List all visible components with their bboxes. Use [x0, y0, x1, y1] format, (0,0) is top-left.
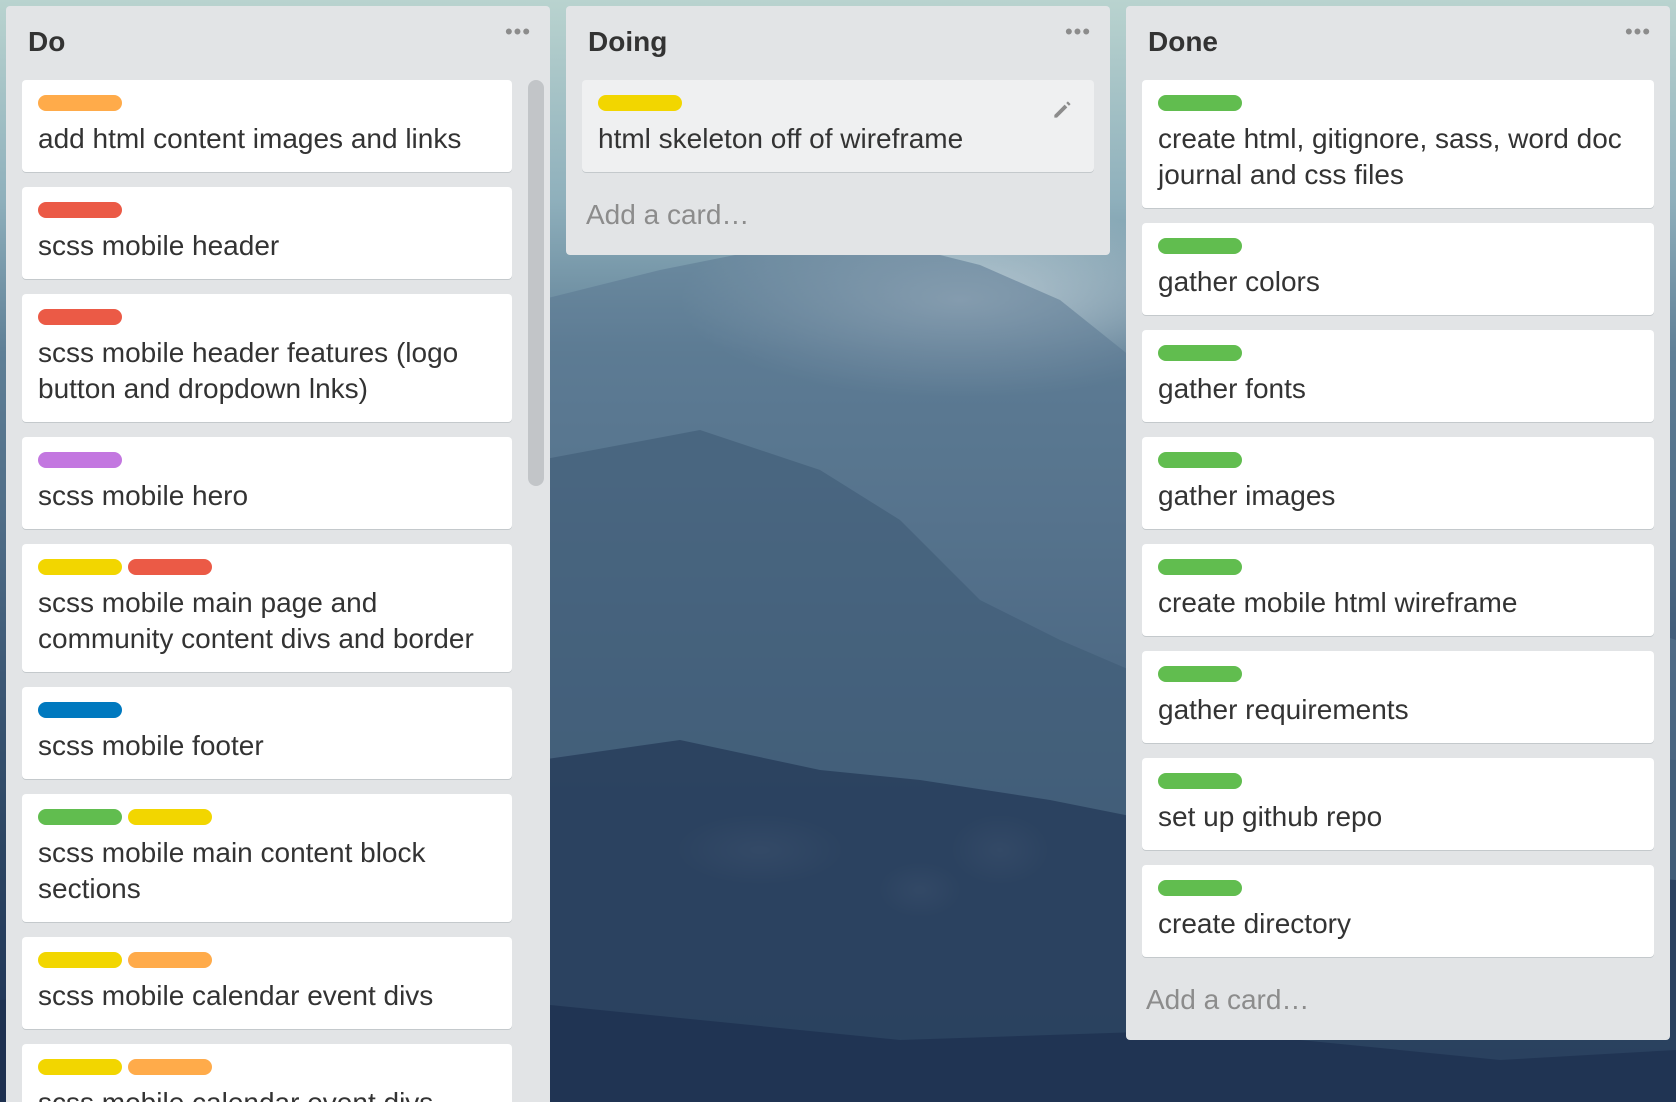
card-add-html-content[interactable]: add html content images and links: [22, 80, 512, 172]
card-scss-mobile-header-features[interactable]: scss mobile header features (logo button…: [22, 294, 512, 422]
label-yellow: [38, 1059, 122, 1075]
label-yellow: [598, 95, 682, 111]
card-labels: [1158, 666, 1638, 682]
label-orange: [128, 1059, 212, 1075]
card-title: gather requirements: [1158, 694, 1409, 725]
list-scrollbar[interactable]: [528, 74, 544, 1102]
board: Do ••• add html content images and links…: [0, 0, 1676, 1102]
card-labels: [38, 202, 496, 218]
card-labels: [1158, 238, 1638, 254]
card-scss-mobile-header[interactable]: scss mobile header: [22, 187, 512, 279]
card-title: create directory: [1158, 908, 1351, 939]
add-card-button[interactable]: Add a card…: [566, 187, 1110, 255]
label-red: [128, 559, 212, 575]
card-gather-requirements[interactable]: gather requirements: [1142, 651, 1654, 743]
label-yellow: [38, 559, 122, 575]
card-title: gather fonts: [1158, 373, 1306, 404]
card-scss-mobile-footer[interactable]: scss mobile footer: [22, 687, 512, 779]
list-scrollbar-thumb[interactable]: [528, 80, 544, 486]
card-labels: [1158, 559, 1638, 575]
label-green: [1158, 559, 1242, 575]
card-scss-mobile-calendar-event-divs-2[interactable]: scss mobile calendar event divs: [22, 1044, 512, 1102]
card-title: set up github repo: [1158, 801, 1383, 832]
card-labels: [38, 952, 496, 968]
label-green: [1158, 452, 1242, 468]
card-labels: [1158, 95, 1638, 111]
pencil-icon[interactable]: [1050, 96, 1076, 122]
card-gather-colors[interactable]: gather colors: [1142, 223, 1654, 315]
card-title: scss mobile hero: [38, 480, 249, 511]
label-blue: [38, 702, 122, 718]
card-create-directory[interactable]: create directory: [1142, 865, 1654, 957]
label-orange: [128, 952, 212, 968]
label-green: [38, 809, 122, 825]
label-red: [38, 309, 122, 325]
card-title: create html, gitignore, sass, word doc j…: [1158, 123, 1622, 190]
list-do: Do ••• add html content images and links…: [6, 6, 550, 1102]
card-labels: [38, 702, 496, 718]
label-green: [1158, 238, 1242, 254]
more-horizontal-icon[interactable]: •••: [1620, 20, 1656, 50]
card-labels: [38, 95, 496, 111]
card-labels: [598, 95, 1078, 111]
list-header-do: Do •••: [6, 6, 550, 72]
list-header-doing: Doing •••: [566, 6, 1110, 72]
more-horizontal-icon[interactable]: •••: [1060, 20, 1096, 50]
card-create-mobile-html-wireframe[interactable]: create mobile html wireframe: [1142, 544, 1654, 636]
label-red: [38, 202, 122, 218]
card-labels: [1158, 880, 1638, 896]
card-list-done: create html, gitignore, sass, word doc j…: [1126, 72, 1670, 957]
card-title: add html content images and links: [38, 123, 462, 154]
card-title: scss mobile main content block sections: [38, 837, 426, 904]
list-done: Done ••• create html, gitignore, sass, w…: [1126, 6, 1670, 1040]
card-list-do: add html content images and links scss m…: [6, 72, 550, 1102]
more-horizontal-icon[interactable]: •••: [500, 20, 536, 50]
card-title: gather colors: [1158, 266, 1320, 297]
label-green: [1158, 880, 1242, 896]
card-labels: [38, 559, 496, 575]
list-title-doing[interactable]: Doing: [588, 26, 667, 58]
add-card-button[interactable]: Add a card…: [1126, 972, 1670, 1040]
card-scss-mobile-hero[interactable]: scss mobile hero: [22, 437, 512, 529]
card-scss-mobile-calendar-event-divs[interactable]: scss mobile calendar event divs: [22, 937, 512, 1029]
card-labels: [1158, 773, 1638, 789]
card-html-skeleton[interactable]: html skeleton off of wireframe: [582, 80, 1094, 172]
card-labels: [1158, 452, 1638, 468]
card-title: scss mobile footer: [38, 730, 264, 761]
card-labels: [38, 452, 496, 468]
card-list-doing: html skeleton off of wireframe: [566, 72, 1110, 172]
label-orange: [38, 95, 122, 111]
label-yellow: [38, 952, 122, 968]
card-title: gather images: [1158, 480, 1336, 511]
card-labels: [38, 809, 496, 825]
card-labels: [38, 309, 496, 325]
label-green: [1158, 95, 1242, 111]
card-labels: [1158, 345, 1638, 361]
list-title-done[interactable]: Done: [1148, 26, 1218, 58]
label-yellow: [128, 809, 212, 825]
list-doing: Doing ••• html skeleton off of wireframe…: [566, 6, 1110, 255]
card-gather-images[interactable]: gather images: [1142, 437, 1654, 529]
card-title: scss mobile calendar event divs: [38, 980, 434, 1011]
card-create-html-gitignore[interactable]: create html, gitignore, sass, word doc j…: [1142, 80, 1654, 208]
label-green: [1158, 345, 1242, 361]
card-title: scss mobile main page and community cont…: [38, 587, 474, 654]
list-header-done: Done •••: [1126, 6, 1670, 72]
label-purple: [38, 452, 122, 468]
label-green: [1158, 666, 1242, 682]
list-title-do[interactable]: Do: [28, 26, 65, 58]
card-title: html skeleton off of wireframe: [598, 123, 964, 154]
card-scss-mobile-main-content-block[interactable]: scss mobile main content block sections: [22, 794, 512, 922]
card-gather-fonts[interactable]: gather fonts: [1142, 330, 1654, 422]
card-title: create mobile html wireframe: [1158, 587, 1518, 618]
card-labels: [38, 1059, 496, 1075]
card-title: scss mobile calendar event divs: [38, 1085, 496, 1102]
card-title: scss mobile header: [38, 230, 280, 261]
card-title: scss mobile header features (logo button…: [38, 337, 459, 404]
label-green: [1158, 773, 1242, 789]
card-scss-mobile-main-page[interactable]: scss mobile main page and community cont…: [22, 544, 512, 672]
card-set-up-github-repo[interactable]: set up github repo: [1142, 758, 1654, 850]
